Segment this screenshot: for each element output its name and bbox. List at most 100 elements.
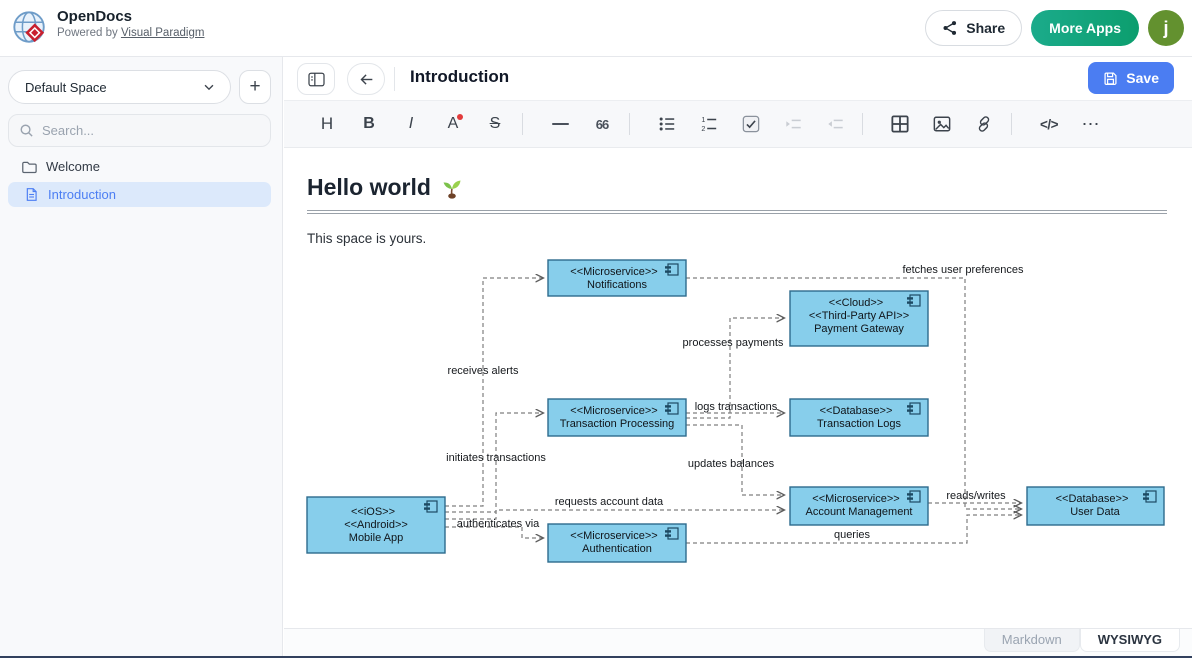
add-page-button[interactable]: + [239,70,271,104]
main-panel: Introduction Save H B I A S 66 [284,57,1192,658]
edge-receives-alerts [445,278,543,506]
space-selector[interactable]: Default Space [8,70,231,104]
node-mobile-app[interactable]: <<iOS>> <<Android>> Mobile App [307,497,445,553]
numbered-list-button[interactable]: 1 2 [694,109,724,139]
tree-item-label: Welcome [46,159,100,174]
node-payment-gateway[interactable]: <<Cloud>> <<Third-Party API>> Payment Ga… [790,291,928,346]
insert-table-button[interactable] [885,109,915,139]
svg-text:<<Database>>: <<Database>> [1056,493,1129,505]
toolbar-divider [1011,113,1012,135]
avatar[interactable]: j [1148,10,1184,46]
horizontal-rule-icon [552,123,569,125]
component-diagram[interactable]: receives alerts initiates transactions a… [300,253,1185,578]
insert-link-button[interactable] [969,109,999,139]
bullet-list-icon [658,115,676,133]
edge-label: updates balances [688,458,775,470]
search-box [8,114,271,147]
font-color-dot-icon [457,114,463,120]
folder-icon [21,159,37,175]
toggle-sidebar-button[interactable] [297,63,335,95]
bullet-list-button[interactable] [652,109,682,139]
horizontal-rule-button[interactable] [545,109,575,139]
svg-text:2: 2 [701,124,705,133]
save-icon [1103,71,1118,86]
toolbar-divider [629,113,630,135]
tab-wysiwyg[interactable]: WYSIWYG [1080,629,1180,652]
node-transaction-logs[interactable]: <<Database>> Transaction Logs [790,399,928,436]
sidebar-item-introduction[interactable]: Introduction [8,182,271,207]
svg-text:<<Microservice>>: <<Microservice>> [570,530,657,542]
sidebar: Default Space + Welcome Introduction [0,57,283,658]
edge-label: initiates transactions [446,452,546,464]
edge-label: processes payments [683,337,784,349]
opendocs-logo-icon [11,9,49,47]
save-button[interactable]: Save [1088,62,1174,94]
save-label: Save [1126,70,1159,86]
node-transaction-processing[interactable]: <<Microservice>> Transaction Processing [548,399,686,436]
tree-item-label: Introduction [48,187,116,202]
svg-text:<<Microservice>>: <<Microservice>> [570,266,657,278]
task-list-icon [742,115,760,133]
more-tools-button[interactable]: ⋯ [1076,109,1106,139]
indent-button[interactable] [778,109,808,139]
edge-label: fetches user preferences [902,264,1024,276]
heading-button[interactable]: H [312,109,342,139]
seedling-icon [441,177,463,199]
share-button[interactable]: Share [925,10,1022,46]
insert-image-button[interactable] [927,109,957,139]
sidebar-item-welcome[interactable]: Welcome [0,154,283,179]
node-account-management[interactable]: <<Microservice>> Account Management [790,487,928,525]
font-color-button[interactable]: A [438,109,468,139]
format-toolbar: H B I A S 66 1 2 [284,100,1192,148]
header-actions: Share More Apps j [925,10,1184,46]
svg-text:Transaction Logs: Transaction Logs [817,418,901,430]
bold-button[interactable]: B [354,109,384,139]
editor-footer: Markdown WYSIWYG [284,628,1192,656]
svg-text:Transaction Processing: Transaction Processing [560,418,675,430]
share-icon [942,20,958,36]
space-selector-value: Default Space [25,80,107,95]
svg-text:<<Microservice>>: <<Microservice>> [570,405,657,417]
intro-paragraph: This space is yours. [307,231,1167,246]
edge-label: logs transactions [695,401,778,413]
node-authentication[interactable]: <<Microservice>> Authentication [548,524,686,562]
task-list-button[interactable] [736,109,766,139]
numbered-list-icon: 1 2 [700,115,718,133]
table-icon [891,115,909,133]
blockquote-button[interactable]: 66 [587,109,617,139]
code-button[interactable]: </> [1034,109,1064,139]
node-notifications[interactable]: <<Microservice>> Notifications [548,260,686,296]
link-icon [975,115,993,133]
svg-text:<<Microservice>>: <<Microservice>> [812,493,899,505]
back-button[interactable] [347,63,385,95]
outdent-button[interactable] [820,109,850,139]
strikethrough-button[interactable]: S [480,109,510,139]
italic-button[interactable]: I [396,109,426,139]
document-header: Introduction Save [284,57,1192,100]
chevron-down-icon [202,80,216,94]
document-heading: Hello world [307,174,1167,214]
brand-block: OpenDocs Powered by Visual Paradigm [57,8,204,39]
edge-label: queries [834,529,871,541]
svg-text:Authentication: Authentication [582,543,652,555]
edge-label: reads/writes [946,490,1006,502]
svg-text:<<Cloud>>: <<Cloud>> [829,297,883,309]
image-icon [933,115,951,133]
edge-label: authenticates via [457,518,540,530]
indent-icon [784,115,803,133]
arrow-left-icon [358,72,375,87]
share-label: Share [966,20,1005,36]
node-user-data[interactable]: <<Database>> User Data [1027,487,1164,525]
powered-by: Powered by Visual Paradigm [57,27,204,39]
document-canvas[interactable]: Hello world This space is yours. [284,148,1192,628]
page-title: Introduction [410,67,509,87]
tab-markdown[interactable]: Markdown [984,629,1080,652]
toolbar-divider [862,113,863,135]
search-input[interactable] [42,123,260,138]
svg-text:1: 1 [701,115,705,124]
svg-text:<<Android>>: <<Android>> [344,519,408,531]
panel-left-icon [308,72,325,87]
visual-paradigm-link[interactable]: Visual Paradigm [121,27,205,39]
more-apps-button[interactable]: More Apps [1031,10,1139,46]
svg-text:Mobile App: Mobile App [349,532,403,544]
